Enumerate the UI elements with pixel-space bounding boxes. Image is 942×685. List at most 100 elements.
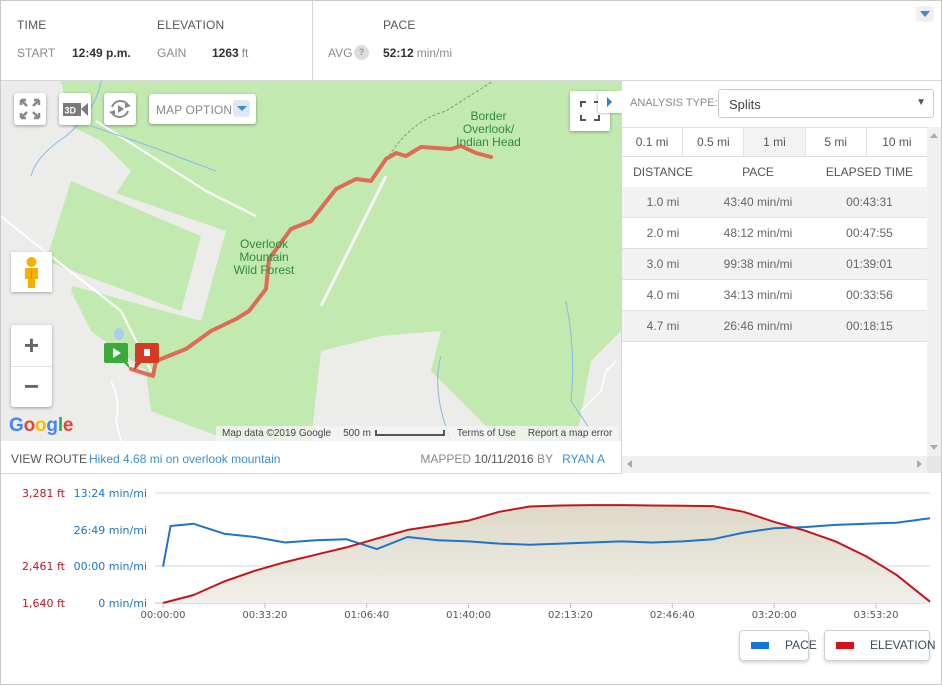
street-view-pegman[interactable] (11, 252, 52, 292)
collapse-stats-button[interactable] (916, 6, 934, 22)
panel-toggle-button[interactable] (598, 91, 622, 113)
pace-cell: 26:46 min/mi (723, 319, 793, 333)
interval-tab-10-mi[interactable]: 10 mi (867, 128, 927, 156)
splits-table-header: DISTANCE PACE ELAPSED TIME (622, 157, 927, 187)
column-header-elapsed-time[interactable]: ELAPSED TIME (812, 157, 927, 187)
horizontal-scrollbar[interactable] (622, 456, 927, 473)
legend-pace-toggle[interactable]: PACE (739, 630, 817, 661)
avg-pace-value: 52:12 min/mi (383, 46, 452, 60)
pace-cell: 43:40 min/mi (723, 195, 793, 209)
column-header-distance[interactable]: DISTANCE (622, 157, 704, 187)
elevation-pace-chart: 3,281 ft 2,461 ft 1,640 ft 13:24 min/mi 26:4… (1, 475, 941, 685)
pace-axis-tick-label: 0 min/mi (98, 597, 147, 610)
fullscreen-button[interactable] (14, 93, 46, 125)
column-header-pace[interactable]: PACE (704, 157, 812, 187)
elapsed-time-cell: 01:39:01 (846, 257, 893, 271)
rotate-button[interactable] (104, 93, 136, 125)
author-link[interactable]: RYAN A (562, 452, 605, 466)
distance-cell: 4.0 mi (646, 288, 680, 302)
map-data-credit: Map data ©2019 Google (222, 428, 332, 439)
avg-label: AVG (328, 46, 353, 60)
street-view-pegman-icon (25, 257, 38, 288)
map-options-dropdown[interactable]: MAP OPTIONS (149, 94, 256, 124)
route-info-bar: VIEW ROUTE Hiked 4.68 mi on overlook mou… (1, 441, 621, 474)
table-row[interactable]: 3.0 mi 99:38 min/mi 01:39:01 (622, 249, 927, 280)
chart-svg: 3,281 ft 2,461 ft 1,640 ft 13:24 min/mi 26:4… (22, 487, 931, 621)
x-axis-tick-label: 01:40:00 (446, 610, 491, 621)
peak-label: Border Overlook/ Indian Head (441, 110, 536, 149)
vertical-scrollbar[interactable] (927, 127, 941, 456)
avg-pace-unit: min/mi (416, 46, 453, 60)
interval-tab-5-mi[interactable]: 5 mi (806, 128, 867, 156)
elevation-heading: ELEVATION (157, 18, 225, 32)
pace-heading: PACE (383, 18, 416, 32)
zoom-in-button[interactable]: + (11, 325, 52, 366)
google-logo: Google (9, 415, 74, 436)
analysis-panel: ANALYSIS TYPE: Splits 0.1 mi 0.5 mi 1 mi… (598, 81, 941, 474)
interval-tabs: 0.1 mi 0.5 mi 1 mi 5 mi 10 mi (622, 127, 927, 157)
pond (114, 328, 124, 340)
x-axis-tick-label: 02:46:40 (650, 610, 695, 621)
elevation-axis-tick-label: 1,640 ft (22, 597, 66, 610)
analysis-type-select[interactable]: Splits (718, 89, 934, 118)
elevation-area (163, 505, 930, 603)
view-3d-label: 3D (65, 106, 77, 116)
elevation-swatch (836, 642, 854, 649)
view-route-label: VIEW ROUTE (11, 452, 88, 466)
peak-label-line: Indian Head (456, 135, 521, 149)
pace-axis-tick-label: 26:49 min/mi (74, 524, 147, 537)
route-map[interactable]: Border Overlook/ Indian Head Overlook Mo… (1, 81, 621, 441)
elevation-gain-value: 1263 ft (212, 46, 248, 60)
terms-of-use-link[interactable]: Terms of Use (457, 428, 516, 439)
elapsed-time-cell: 00:43:31 (846, 195, 893, 209)
elevation-gain-unit: ft (241, 46, 249, 60)
scrollbar-corner (927, 456, 941, 473)
scroll-down-arrow-icon[interactable] (930, 445, 938, 450)
elevation-gain-number: 1263 (212, 46, 239, 60)
forest-label: Overlook Mountain Wild Forest (219, 238, 309, 277)
table-row[interactable]: 4.7 mi 26:46 min/mi 00:18:15 (622, 311, 927, 342)
scroll-up-arrow-icon[interactable] (930, 133, 938, 138)
mapped-info: MAPPED 10/11/2016 BY RYAN A (420, 452, 605, 466)
mapped-label: MAPPED (420, 452, 472, 466)
analysis-type-label: ANALYSIS TYPE: (630, 97, 718, 109)
interval-tab-1-mi[interactable]: 1 mi (744, 128, 806, 156)
pace-cell: 48:12 min/mi (723, 226, 793, 240)
scale-label: 500 m (343, 428, 371, 439)
expand-arrows-icon (19, 98, 41, 120)
legend-elevation-label: ELEVATION (870, 638, 936, 652)
distance-cell: 1.0 mi (646, 195, 680, 209)
report-map-error-link[interactable]: Report a map error (528, 428, 612, 439)
stats-divider (312, 1, 313, 81)
interval-tab-0-1-mi[interactable]: 0.1 mi (622, 128, 684, 156)
distance-cell: 2.0 mi (646, 226, 680, 240)
elapsed-time-cell: 00:33:56 (846, 288, 893, 302)
x-axis-tick-label: 00:00:00 (141, 610, 186, 621)
mapped-date: 10/11/2016 (474, 452, 534, 466)
route-name-link[interactable]: Hiked 4.68 mi on overlook mountain (89, 452, 280, 466)
scroll-right-arrow-icon[interactable] (917, 460, 922, 468)
time-heading: TIME (17, 18, 47, 32)
help-icon[interactable]: ? (354, 45, 369, 60)
stats-header: TIME START 12:49 p.m. ELEVATION GAIN 126… (1, 1, 941, 81)
x-axis-tick-label: 01:06:40 (344, 610, 389, 621)
camera-3d-icon: 3D (63, 103, 88, 116)
table-row[interactable]: 2.0 mi 48:12 min/mi 00:47:55 (622, 218, 927, 249)
x-axis-tick-label: 03:20:00 (752, 610, 797, 621)
start-label: START (17, 46, 56, 60)
x-axis-tick-label: 02:13:20 (548, 610, 593, 621)
elevation-axis-tick-label: 3,281 ft (22, 487, 66, 500)
pace-swatch (751, 642, 769, 649)
pace-axis-tick-label: 13:24 min/mi (74, 487, 147, 500)
interval-tab-0-5-mi[interactable]: 0.5 mi (683, 128, 745, 156)
zoom-out-button[interactable]: − (11, 366, 52, 407)
pace-cell: 34:13 min/mi (723, 288, 793, 302)
start-marker[interactable] (104, 343, 130, 369)
pace-cell: 99:38 min/mi (723, 257, 793, 271)
table-row[interactable]: 1.0 mi 43:40 min/mi 00:43:31 (622, 187, 927, 218)
elevation-axis-tick-label: 2,461 ft (22, 560, 66, 573)
table-row[interactable]: 4.0 mi 34:13 min/mi 00:33:56 (622, 280, 927, 311)
view-3d-button[interactable]: 3D (59, 93, 91, 125)
scroll-left-arrow-icon[interactable] (627, 460, 632, 468)
legend-elevation-toggle[interactable]: ELEVATION (824, 630, 936, 661)
